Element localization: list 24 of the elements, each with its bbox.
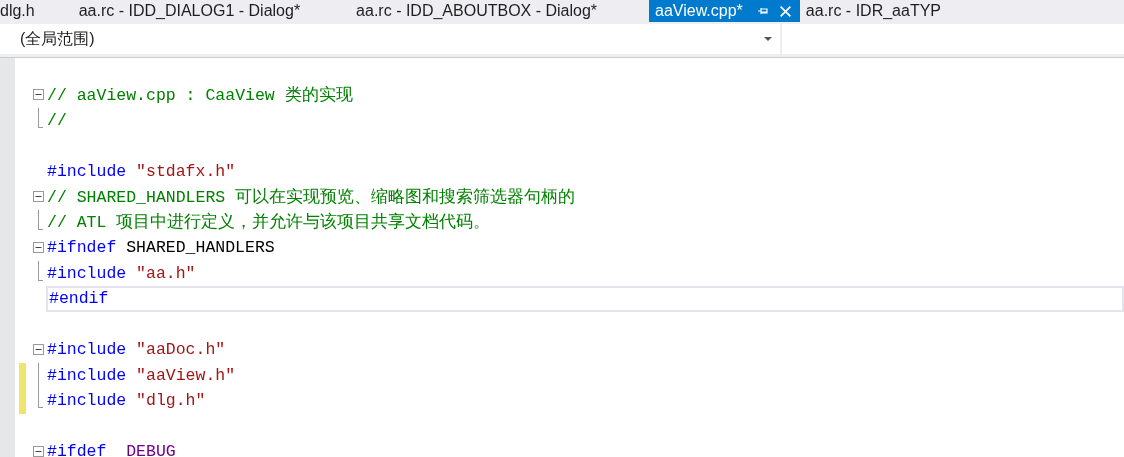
collapse-icon[interactable]	[32, 446, 44, 457]
code-line: #include "dlg.h"	[46, 390, 207, 413]
pin-icon[interactable]	[756, 5, 769, 17]
code-line: //	[46, 109, 68, 132]
code-line: // ATL 项目中进行定义，并允许与该项目共享文档代码。	[46, 211, 492, 235]
code-line: // SHARED_HANDLERS 可以在实现预览、缩略图和搜索筛选器句柄的	[46, 186, 577, 209]
document-tab[interactable]: aaView.cpp*	[649, 0, 800, 22]
caret-icon	[764, 37, 772, 41]
document-tab[interactable]: dlg.h	[0, 0, 79, 22]
collapse-icon[interactable]	[32, 242, 44, 254]
code-line: #include "aaDoc.h"	[46, 339, 227, 362]
code-line: // aaView.cpp : CaaView 类的实现	[46, 84, 354, 107]
code-line: #include "aa.h"	[46, 262, 197, 285]
collapse-icon[interactable]	[32, 191, 44, 203]
code-line: #include "aaView.h"	[46, 364, 237, 387]
collapse-icon[interactable]	[32, 344, 44, 356]
collapse-icon[interactable]	[32, 89, 44, 101]
code-line: #include "stdafx.h"	[46, 160, 237, 183]
scope-dropdown[interactable]: (全局范围)	[0, 24, 780, 54]
document-tab[interactable]: aa.rc - IDR_aaTYP	[799, 0, 941, 22]
code-line: #ifndef SHARED_HANDLERS	[46, 237, 276, 260]
document-tab[interactable]: aa.rc - IDD_DIALOG1 - Dialog*	[78, 0, 343, 22]
close-icon[interactable]	[778, 4, 792, 18]
document-tab[interactable]: aa.rc - IDD_ABOUTBOX - Dialog*	[342, 0, 640, 22]
